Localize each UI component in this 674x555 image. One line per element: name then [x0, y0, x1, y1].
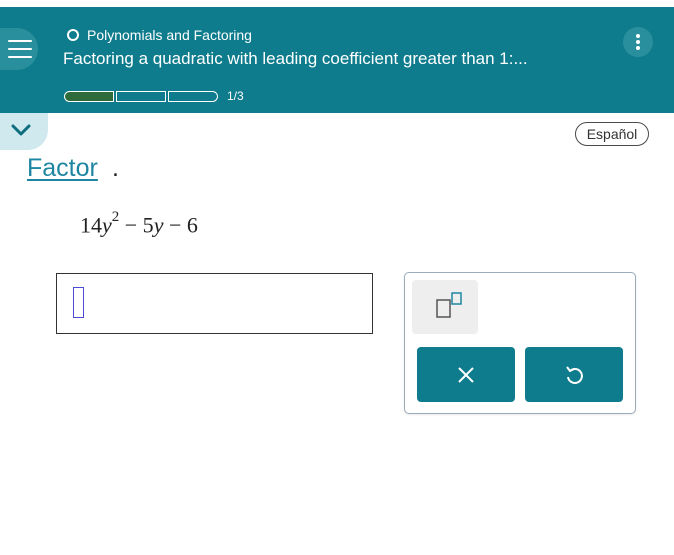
exponent-button[interactable] [412, 280, 478, 334]
expr-term-2: − 5 [119, 212, 154, 238]
topic-row: Polynomials and Factoring [67, 27, 252, 43]
hamburger-line [8, 56, 32, 58]
more-options-button[interactable] [623, 27, 653, 57]
expr-exponent: 2 [111, 209, 120, 225]
hamburger-menu-icon [8, 40, 32, 42]
progress-segment-filled [64, 90, 114, 102]
answer-input[interactable] [56, 273, 373, 334]
undo-icon [566, 365, 583, 384]
instruction-link[interactable]: Factor [27, 154, 98, 183]
math-expression: 14y2 − 5y − 6 [80, 209, 198, 238]
page-subtitle: Factoring a quadratic with leading coeff… [63, 49, 528, 68]
expr-variable-2: y [153, 212, 164, 238]
top-strip [0, 0, 674, 7]
hamburger-line [8, 48, 32, 50]
input-cursor [73, 287, 84, 318]
menu-button[interactable] [0, 28, 38, 70]
expr-term-3: − 6 [163, 212, 198, 238]
language-button[interactable]: Español [575, 122, 649, 146]
header-bar: Polynomials and Factoring Factoring a qu… [0, 7, 674, 113]
kebab-dot [636, 46, 640, 50]
instruction-period: . [112, 154, 119, 182]
collapse-toggle[interactable] [0, 113, 48, 150]
clear-x-icon [458, 366, 474, 383]
chevron-down-icon [11, 124, 31, 136]
math-keypad [404, 272, 636, 414]
more-vertical-icon [636, 34, 640, 38]
topic-circle-icon [67, 29, 79, 41]
topic-title: Polynomials and Factoring [87, 27, 252, 43]
expr-variable: y [102, 212, 112, 238]
progress-segment [116, 90, 166, 102]
expr-coefficient: 14 [80, 212, 102, 238]
progress-segment [168, 90, 218, 102]
kebab-dot [636, 40, 640, 44]
clear-button[interactable] [417, 347, 515, 402]
undo-button[interactable] [525, 347, 623, 402]
exponent-template-icon [436, 292, 462, 318]
progress-label: 1/3 [227, 89, 244, 103]
progress-bar: 1/3 [64, 89, 244, 103]
